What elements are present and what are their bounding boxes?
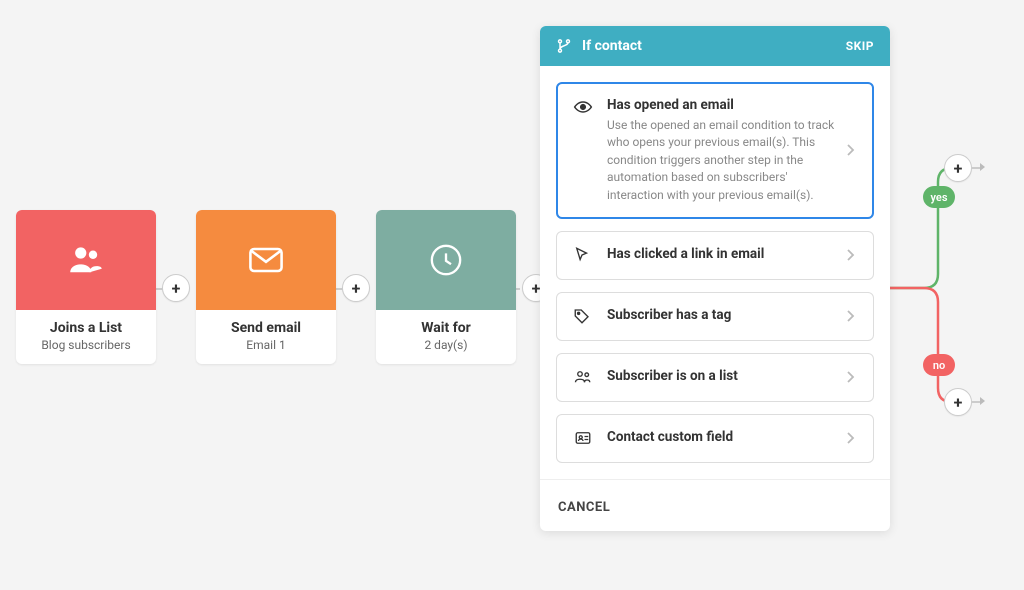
branch-icon bbox=[556, 38, 572, 54]
eye-icon bbox=[573, 97, 595, 117]
condition-panel: If contact SKIP Has opened an email Use … bbox=[540, 26, 890, 531]
condition-option-opened-email[interactable]: Has opened an email Use the opened an em… bbox=[556, 82, 874, 219]
panel-title: If contact bbox=[582, 38, 642, 54]
cancel-button[interactable]: CANCEL bbox=[558, 500, 610, 515]
flow-node-joins-list[interactable]: Joins a List Blog subscribers bbox=[16, 210, 156, 364]
flow-node-wait[interactable]: Wait for 2 day(s) bbox=[376, 210, 516, 364]
chevron-right-icon bbox=[847, 307, 857, 326]
add-step-button[interactable]: + bbox=[342, 274, 370, 302]
branch-pill-no: no bbox=[923, 354, 955, 376]
node-title: Send email bbox=[204, 320, 328, 336]
mail-icon bbox=[244, 238, 288, 282]
add-step-no-button[interactable]: + bbox=[944, 388, 972, 416]
condition-option-custom-field[interactable]: Contact custom field bbox=[556, 414, 874, 463]
connector-line bbox=[972, 167, 980, 169]
cursor-icon bbox=[573, 246, 595, 264]
condition-option-has-tag[interactable]: Subscriber has a tag bbox=[556, 292, 874, 341]
node-title: Wait for bbox=[384, 320, 508, 336]
node-title: Joins a List bbox=[24, 320, 148, 336]
panel-header: If contact SKIP bbox=[540, 26, 890, 66]
add-step-button[interactable]: + bbox=[162, 274, 190, 302]
chevron-right-icon bbox=[847, 246, 857, 265]
arrow-icon bbox=[980, 397, 985, 405]
option-description: Use the opened an email condition to tra… bbox=[607, 117, 835, 204]
node-subtitle: 2 day(s) bbox=[384, 338, 508, 352]
group-icon bbox=[573, 368, 595, 386]
id-card-icon bbox=[573, 429, 595, 447]
condition-option-clicked-link[interactable]: Has clicked a link in email bbox=[556, 231, 874, 280]
clock-icon bbox=[426, 240, 466, 280]
node-subtitle: Email 1 bbox=[204, 338, 328, 352]
condition-option-on-list[interactable]: Subscriber is on a list bbox=[556, 353, 874, 402]
users-icon bbox=[65, 239, 107, 281]
arrow-icon bbox=[980, 163, 985, 171]
chevron-right-icon bbox=[847, 141, 857, 160]
node-subtitle: Blog subscribers bbox=[24, 338, 148, 352]
skip-button[interactable]: SKIP bbox=[846, 39, 874, 53]
tag-icon bbox=[573, 307, 595, 325]
option-title: Contact custom field bbox=[607, 429, 835, 445]
option-title: Subscriber is on a list bbox=[607, 368, 835, 384]
option-title: Has clicked a link in email bbox=[607, 246, 835, 262]
chevron-right-icon bbox=[847, 429, 857, 448]
flow-node-send-email[interactable]: Send email Email 1 bbox=[196, 210, 336, 364]
branch-pill-yes: yes bbox=[923, 186, 955, 208]
option-title: Has opened an email bbox=[607, 97, 835, 113]
option-title: Subscriber has a tag bbox=[607, 307, 835, 323]
branch-path-yes bbox=[890, 164, 960, 294]
chevron-right-icon bbox=[847, 368, 857, 387]
connector-line bbox=[972, 401, 980, 403]
add-step-yes-button[interactable]: + bbox=[944, 154, 972, 182]
